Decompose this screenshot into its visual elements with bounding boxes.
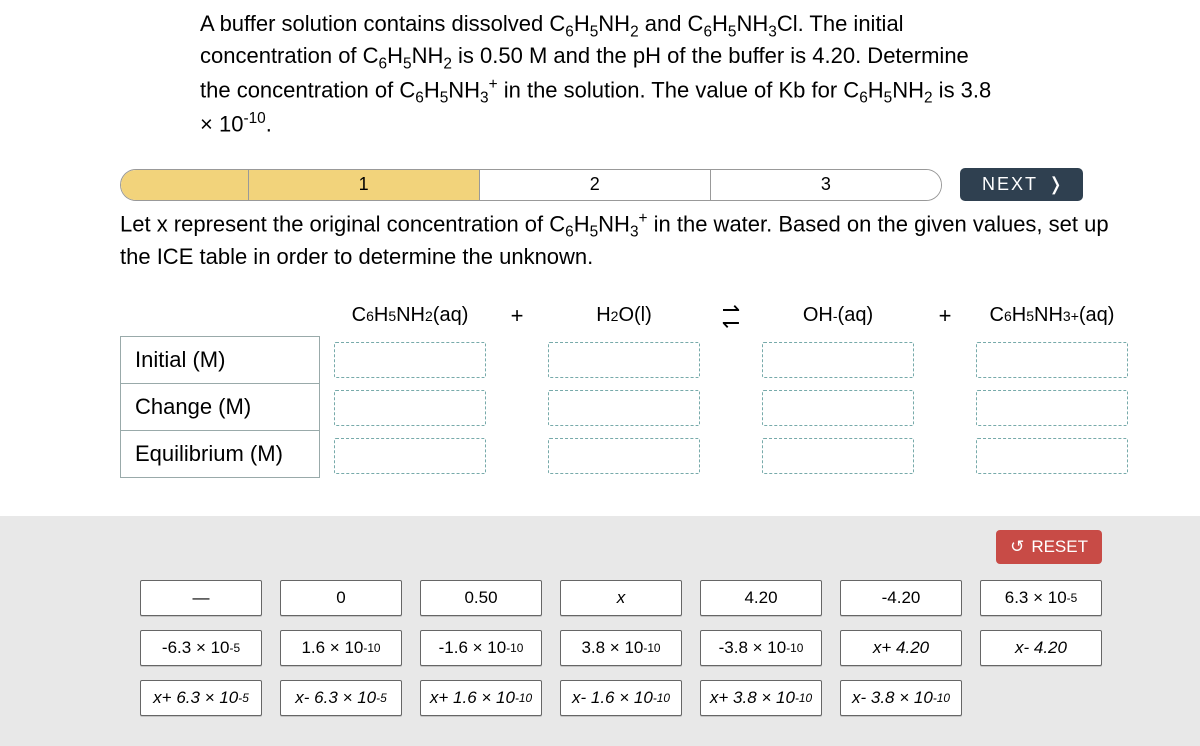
species-3: OH-(aq) <box>748 296 928 336</box>
answer-tile[interactable]: -3.8 × 10-10 <box>700 630 822 666</box>
answer-tile[interactable]: x + 3.8 × 10-10 <box>700 680 822 716</box>
answer-tile[interactable]: 3.8 × 10-10 <box>560 630 682 666</box>
plus-1: + <box>500 296 534 336</box>
problem-statement: A buffer solution contains dissolved C6H… <box>0 0 1200 148</box>
answer-tile[interactable]: x - 3.8 × 10-10 <box>840 680 962 716</box>
species-2: H2O(l) <box>534 296 714 336</box>
step-3[interactable]: 3 <box>711 170 941 200</box>
reset-label: RESET <box>1031 537 1088 557</box>
answer-tile[interactable]: x + 6.3 × 10-5 <box>140 680 262 716</box>
step-2[interactable]: 2 <box>480 170 711 200</box>
row-equilibrium: Equilibrium (M) <box>121 431 319 477</box>
answer-bank: ↺ RESET — 0 0.50 x 4.20 -4.20 6.3 × 10-5 -6.3 ×… <box>0 516 1200 746</box>
answer-tile[interactable]: x - 4.20 <box>980 630 1102 666</box>
answer-tile[interactable]: x + 1.6 × 10-10 <box>420 680 542 716</box>
reset-button[interactable]: ↺ RESET <box>996 530 1102 564</box>
equil-arrows-icon: ⇀↽ <box>714 296 748 336</box>
drop-slot[interactable] <box>762 390 914 426</box>
species-4: C6H5NH3+(aq) <box>962 296 1142 336</box>
drop-slot[interactable] <box>976 342 1128 378</box>
row-change: Change (M) <box>121 384 319 431</box>
answer-tile[interactable]: x - 6.3 × 10-5 <box>280 680 402 716</box>
answer-tile[interactable]: 0 <box>280 580 402 616</box>
species-col-4: C6H5NH3+(aq) <box>962 296 1142 480</box>
chevron-right-icon: ❭ <box>1048 174 1065 195</box>
drop-slot[interactable] <box>548 438 700 474</box>
drop-slot[interactable] <box>762 342 914 378</box>
row-initial: Initial (M) <box>121 337 319 384</box>
drop-slot[interactable] <box>762 438 914 474</box>
answer-tile[interactable]: x + 4.20 <box>840 630 962 666</box>
species-col-3: OH-(aq) <box>748 296 928 480</box>
drop-slot[interactable] <box>334 390 486 426</box>
reset-icon: ↺ <box>1010 537 1024 557</box>
step-1[interactable]: 1 <box>249 170 480 200</box>
drop-slot[interactable] <box>548 342 700 378</box>
answer-tile[interactable]: -4.20 <box>840 580 962 616</box>
ice-row-labels: Initial (M) Change (M) Equilibrium (M) <box>120 336 320 478</box>
answer-tile[interactable]: — <box>140 580 262 616</box>
species-col-1: C6H5NH2(aq) <box>320 296 500 480</box>
step-nav: 1 2 3 NEXT ❭ <box>120 168 1160 201</box>
answer-tile[interactable]: x <box>560 580 682 616</box>
species-1: C6H5NH2(aq) <box>320 296 500 336</box>
answer-tile[interactable]: 1.6 × 10-10 <box>280 630 402 666</box>
answer-tile[interactable]: 6.3 × 10-5 <box>980 580 1102 616</box>
drop-slot[interactable] <box>976 438 1128 474</box>
next-label: NEXT <box>982 174 1038 195</box>
tile-grid: — 0 0.50 x 4.20 -4.20 6.3 × 10-5 -6.3 × 10-5 1.6… <box>40 574 1160 716</box>
step-instruction: Let x represent the original concentrati… <box>0 207 1200 281</box>
answer-tile[interactable]: 0.50 <box>420 580 542 616</box>
answer-tile[interactable]: 4.20 <box>700 580 822 616</box>
drop-slot[interactable] <box>976 390 1128 426</box>
progress-bar: 1 2 3 <box>120 169 942 201</box>
drop-slot[interactable] <box>548 390 700 426</box>
species-col-2: H2O(l) <box>534 296 714 480</box>
ice-table: Initial (M) Change (M) Equilibrium (M) C… <box>0 282 1200 490</box>
progress-filled <box>121 170 249 200</box>
answer-tile[interactable]: -6.3 × 10-5 <box>140 630 262 666</box>
drop-slot[interactable] <box>334 438 486 474</box>
answer-tile[interactable]: x - 1.6 × 10-10 <box>560 680 682 716</box>
answer-tile[interactable]: -1.6 × 10-10 <box>420 630 542 666</box>
plus-2: + <box>928 296 962 336</box>
next-button[interactable]: NEXT ❭ <box>960 168 1083 201</box>
drop-slot[interactable] <box>334 342 486 378</box>
